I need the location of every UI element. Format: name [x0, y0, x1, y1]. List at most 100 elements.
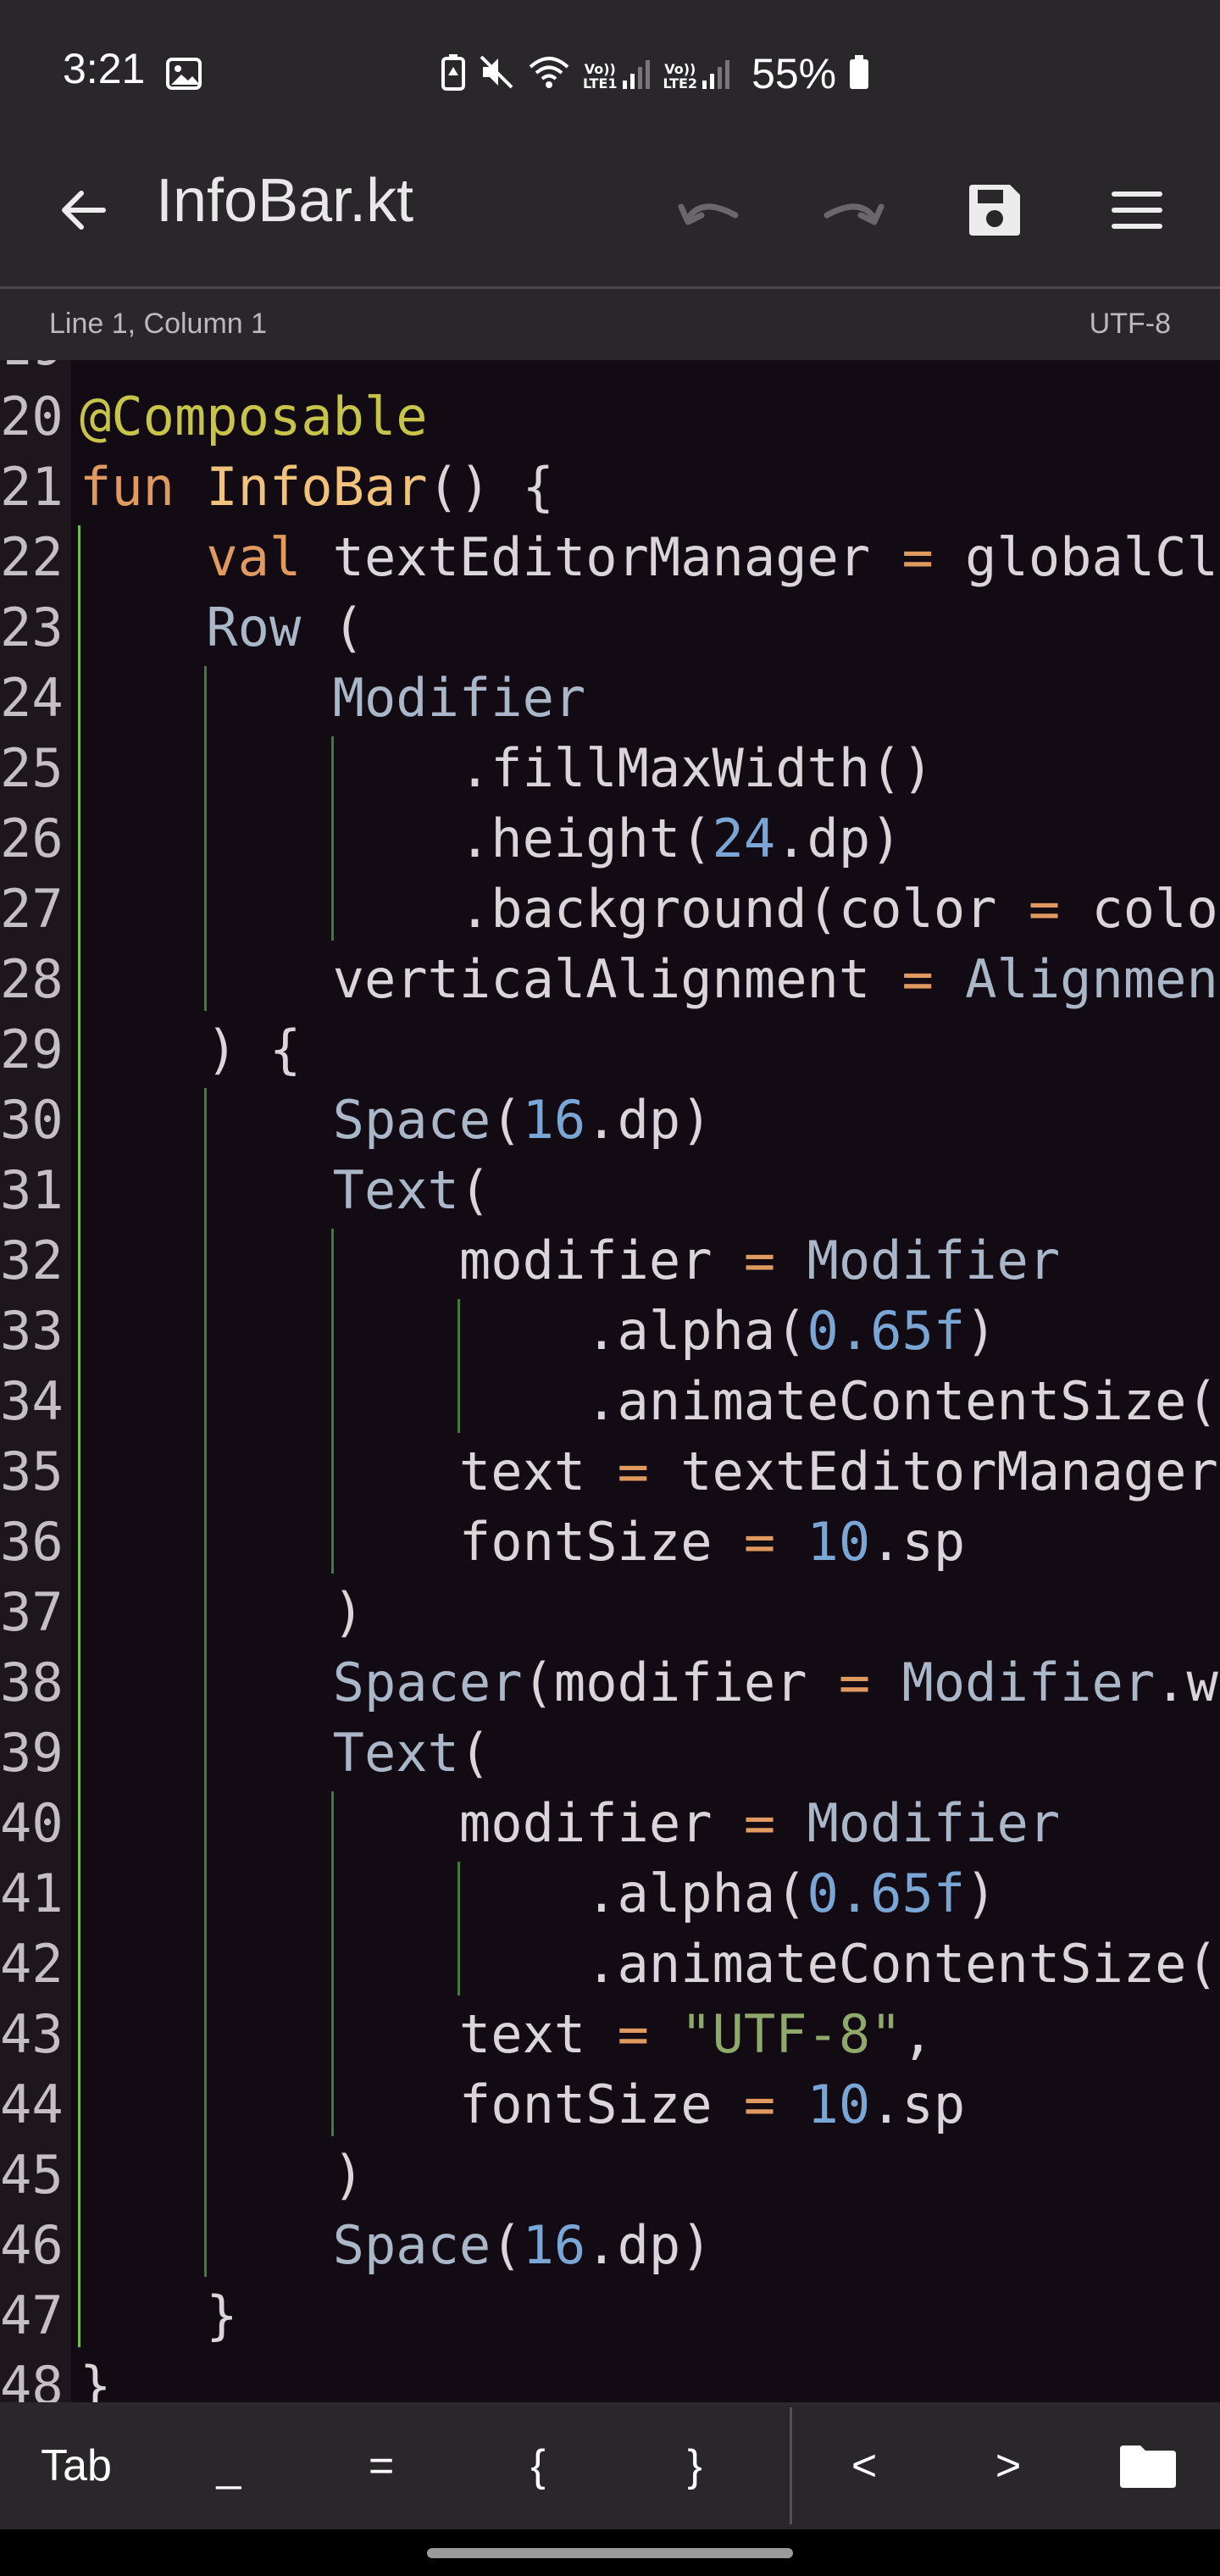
- code-text: fontSize = 10.sp: [80, 1511, 966, 1573]
- code-text: Modifier: [332, 667, 586, 729]
- code-line[interactable]: 35 text = textEditorManager: [0, 1436, 1220, 1507]
- code-line[interactable]: 34 .animateContentSize(: [0, 1366, 1220, 1436]
- line-number: 34: [0, 1370, 64, 1432]
- code-line[interactable]: 37 ): [0, 1577, 1220, 1647]
- code-line[interactable]: 25 .fillMaxWidth(): [0, 733, 1220, 803]
- line-number: 43: [0, 2003, 64, 2065]
- code-line[interactable]: 23 Row (: [0, 592, 1220, 663]
- tab-key[interactable]: Tab: [0, 2402, 152, 2529]
- cursor-position: Line 1, Column 1: [49, 308, 268, 340]
- line-number: 45: [0, 2144, 64, 2206]
- open-brace-key[interactable]: {: [458, 2402, 618, 2529]
- redo-icon[interactable]: [812, 169, 893, 251]
- line-number: 28: [0, 948, 64, 1010]
- system-nav-bar: [0, 2529, 1220, 2576]
- code-text: ): [80, 2144, 364, 2206]
- line-number: 19: [0, 360, 66, 381]
- line-number: 48: [0, 2355, 64, 2402]
- code-line[interactable]: 38 Spacer(modifier = Modifier.w: [0, 1647, 1220, 1718]
- line-number: 25: [0, 737, 64, 799]
- line-number: 42: [0, 1933, 64, 1995]
- code-text: .animateContentSize(: [80, 1370, 1218, 1432]
- code-line[interactable]: 19: [0, 360, 1220, 381]
- indent-guide: [78, 525, 80, 2347]
- line-number: 39: [0, 1722, 64, 1784]
- code-text: fontSize = 10.sp: [80, 2074, 966, 2135]
- code-line[interactable]: 21 fun InfoBar() {: [0, 452, 1220, 522]
- code-line[interactable]: 45 ): [0, 2140, 1220, 2210]
- info-bar: Line 1, Column 1 UTF-8: [0, 289, 1220, 360]
- code-line[interactable]: 47 }: [0, 2280, 1220, 2351]
- code-text: ) {: [80, 1019, 302, 1080]
- battery-icon: [848, 53, 870, 94]
- code-text: Text(: [332, 1722, 491, 1784]
- code-line[interactable]: 39 Text(: [0, 1718, 1220, 1788]
- symbol-bar: Tab _ = { } < >: [0, 2402, 1220, 2529]
- indent-guide: [204, 1088, 208, 2277]
- cursor-left-key[interactable]: <: [813, 2402, 915, 2529]
- line-number: 32: [0, 1230, 64, 1291]
- save-icon[interactable]: [954, 169, 1035, 251]
- code-text: }: [80, 2355, 112, 2402]
- code-text: modifier = Modifier: [80, 1792, 1061, 1854]
- cursor-right-key[interactable]: >: [957, 2402, 1059, 2529]
- code-line[interactable]: 44 fontSize = 10.sp: [0, 2069, 1220, 2140]
- code-text: text = textEditorManager: [80, 1441, 1218, 1502]
- home-gesture-pill[interactable]: [427, 2548, 793, 2558]
- code-line[interactable]: 27 .background(color = colo: [0, 874, 1220, 944]
- code-line[interactable]: 43 text = "UTF-8",: [0, 1999, 1220, 2069]
- line-number: 46: [0, 2214, 64, 2276]
- code-text: Row (: [206, 597, 364, 658]
- code-text: val textEditorManager = globalCl: [206, 526, 1218, 588]
- line-number: 30: [0, 1089, 64, 1151]
- signal-lte1-icon: Vo)) LTE1: [583, 57, 652, 91]
- folder-icon[interactable]: [1101, 2402, 1195, 2529]
- line-number: 37: [0, 1581, 64, 1643]
- line-number: 21: [0, 456, 64, 518]
- code-text: .alpha(0.65f): [80, 1300, 997, 1362]
- line-number: 41: [0, 1863, 64, 1924]
- line-number: 40: [0, 1792, 64, 1854]
- code-text: Space(16.dp): [332, 1089, 713, 1151]
- code-text: ): [80, 1581, 364, 1643]
- code-line[interactable]: 20 @Composable: [0, 381, 1220, 452]
- status-bar: 3:21 Vo)) LTE1 Vo)) LTE2 55%: [0, 0, 1220, 136]
- code-line[interactable]: 24 Modifier: [0, 663, 1220, 733]
- line-number: 20: [0, 386, 64, 447]
- code-line[interactable]: 46 Space(16.dp): [0, 2210, 1220, 2280]
- code-line[interactable]: 36 fontSize = 10.sp: [0, 1507, 1220, 1577]
- underscore-key[interactable]: _: [152, 2402, 305, 2529]
- symbol-bar-separator: [790, 2407, 792, 2524]
- line-number: 29: [0, 1019, 64, 1080]
- indent-guide: [204, 666, 208, 1011]
- line-number: 26: [0, 808, 64, 869]
- code-line[interactable]: 26 .height(24.dp): [0, 803, 1220, 874]
- app-bar: InfoBar.kt: [0, 136, 1220, 286]
- file-title: InfoBar.kt: [156, 167, 414, 235]
- menu-icon[interactable]: [1096, 169, 1178, 251]
- indent-guide: [457, 1299, 460, 1433]
- code-editor[interactable]: 1920@Composable21fun InfoBar() {22 val t…: [0, 360, 1220, 2402]
- line-number: 27: [0, 878, 64, 940]
- code-line[interactable]: 29 ) {: [0, 1014, 1220, 1085]
- code-line[interactable]: 33 .alpha(0.65f): [0, 1296, 1220, 1366]
- close-brace-key[interactable]: }: [618, 2402, 771, 2529]
- code-line[interactable]: 30 Space(16.dp): [0, 1085, 1220, 1155]
- code-line[interactable]: 42 .animateContentSize(: [0, 1929, 1220, 1999]
- code-line[interactable]: 22 val textEditorManager = globalCl: [0, 522, 1220, 592]
- code-line[interactable]: 28 verticalAlignment = Alignmen: [0, 944, 1220, 1014]
- code-line[interactable]: 41 .alpha(0.65f): [0, 1858, 1220, 1929]
- status-icons: Vo)) LTE1 Vo)) LTE2 55%: [441, 44, 870, 103]
- code-line[interactable]: 48}: [0, 2351, 1220, 2402]
- code-line[interactable]: 32 modifier = Modifier: [0, 1225, 1220, 1296]
- equals-key[interactable]: =: [305, 2402, 458, 2529]
- back-arrow-icon[interactable]: [42, 169, 124, 251]
- code-text: .height(24.dp): [80, 808, 902, 869]
- indent-guide: [330, 1229, 334, 1574]
- undo-icon[interactable]: [669, 169, 751, 251]
- battery-saver-icon: [441, 53, 466, 94]
- code-line[interactable]: 31 Text(: [0, 1155, 1220, 1225]
- line-number: 47: [0, 2285, 64, 2346]
- code-line[interactable]: 40 modifier = Modifier: [0, 1788, 1220, 1858]
- status-time: 3:21: [63, 45, 146, 92]
